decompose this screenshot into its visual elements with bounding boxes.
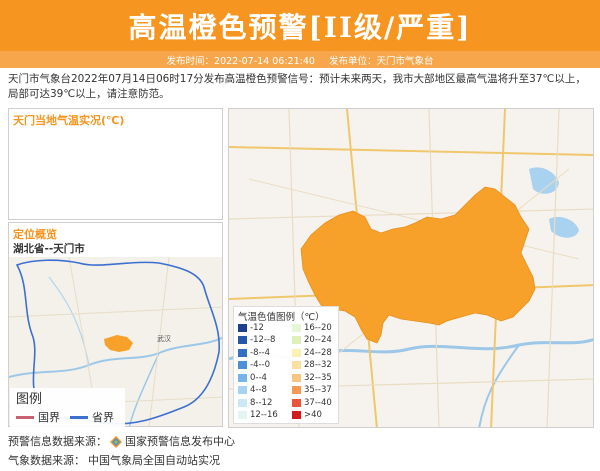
temperature-legend: 气温色值图例（℃） -12 -12--8 -8--4 -4--0 0--4 4--8 8--…: [233, 306, 339, 424]
temp-legend-item: 24--28: [292, 347, 332, 358]
temp-legend-label: 35--37: [304, 385, 332, 395]
temp-legend-item: -12--8: [238, 335, 275, 346]
temp-legend-label: 12--16: [250, 410, 278, 420]
location-overview-title: 定位概览: [13, 228, 57, 241]
weather-source-row: 气象数据来源： 中国气象局全国自动站实况: [8, 451, 235, 470]
temp-legend-label: -8--4: [250, 347, 271, 358]
temp-legend-item: 4--8: [238, 385, 267, 396]
temp-legend-item: 37--40: [292, 397, 332, 408]
temp-legend-item: 35--37: [292, 385, 332, 396]
national-border-swatch: [16, 415, 34, 419]
temp-legend-item: -12: [238, 322, 264, 333]
local-temp-panel: 天门当地气温实况(℃): [8, 108, 223, 220]
province-border-swatch: [70, 415, 88, 419]
temp-legend-swatch: [238, 361, 247, 369]
temp-legend-label: 37--40: [304, 397, 332, 408]
temp-legend-item: 28--32: [292, 360, 332, 371]
temp-legend-label: 32--35: [304, 372, 332, 383]
province-border-label: 省界: [92, 411, 114, 424]
location-region-label: 湖北省--天门市: [13, 243, 85, 255]
temp-legend-swatch: [238, 386, 247, 394]
warning-source-value: 国家预警信息发布中心: [125, 435, 235, 448]
temp-legend-label: -12--8: [250, 335, 276, 345]
temp-legend-swatch: [292, 373, 301, 382]
temp-legend-swatch: [238, 336, 247, 344]
temp-legend-swatch: [292, 348, 301, 357]
temp-legend-item: 16--20: [292, 322, 332, 333]
legend-item-province-border: 省界: [70, 409, 114, 425]
temp-legend-swatch: [238, 323, 247, 332]
temp-legend-label: 4--8: [250, 385, 267, 395]
temp-legend-swatch: [292, 386, 301, 394]
warning-source-label: 预警信息数据来源：: [8, 435, 107, 448]
temp-legend-swatch: [238, 398, 247, 407]
temp-legend-item: -4--0: [238, 360, 270, 371]
temp-legend-label: 20--24: [304, 335, 332, 345]
temp-legend-swatch: [292, 411, 301, 419]
temp-legend-label: 28--32: [304, 360, 332, 370]
temp-legend-item: 32--35: [292, 372, 332, 383]
temp-legend-swatch: [238, 373, 247, 382]
temp-legend-item: >40: [292, 410, 322, 421]
warning-banner: 高温橙色预警[II级/严重]: [0, 0, 600, 51]
temp-legend-label: -12: [250, 322, 264, 333]
temp-legend-label: >40: [304, 410, 322, 420]
temp-legend-label: 24--28: [304, 347, 332, 358]
boundary-legend: 图例 国界 省界: [10, 388, 125, 428]
warning-center-logo-icon: [110, 435, 122, 448]
warning-source-row: 预警信息数据来源： 国家预警信息发布中心: [8, 432, 235, 451]
temp-legend-label: -4--0: [250, 360, 271, 370]
boundary-legend-title: 图例: [16, 392, 43, 407]
weather-source-value: 中国气象局全国自动站实况: [88, 454, 220, 467]
temperature-legend-title: 气温色值图例（℃）: [238, 312, 325, 323]
warning-description: 天门市气象台2022年07月14日06时17分发布高温橙色预警信号：预计未来两天…: [8, 73, 586, 100]
wuhan-label: 武汉: [157, 334, 171, 343]
temp-legend-item: -8--4: [238, 347, 270, 358]
publisher: 发布单位：天门市气象台: [328, 55, 434, 67]
temp-legend-label: 16--20: [304, 322, 332, 333]
temp-legend-swatch: [292, 361, 301, 369]
warning-title: 高温橙色预警[II级/严重]: [128, 10, 472, 44]
weather-source-label: 气象数据来源：: [8, 454, 85, 467]
temp-legend-swatch: [292, 323, 301, 332]
temp-legend-swatch: [292, 398, 301, 407]
temp-legend-item: 0--4: [238, 372, 267, 383]
temp-legend-item: 12--16: [238, 410, 278, 421]
data-sources: 预警信息数据来源： 国家预警信息发布中心 气象数据来源： 中国气象局全国自动站实…: [8, 432, 235, 470]
legend-item-national-border: 国界: [16, 409, 60, 425]
temp-legend-label: 8--12: [250, 397, 273, 408]
national-border-label: 国界: [38, 411, 60, 424]
warning-meta-bar: 发布时间：2022-07-14 06:21:40 发布单位：天门市气象台: [0, 51, 600, 68]
temp-legend-label: 0--4: [250, 372, 267, 383]
temp-legend-swatch: [292, 336, 301, 344]
temp-legend-swatch: [238, 411, 247, 419]
temp-legend-item: 8--12: [238, 397, 272, 408]
local-temp-title: 天门当地气温实况(℃): [13, 114, 125, 127]
publish-time: 发布时间：2022-07-14 06:21:40: [166, 55, 315, 67]
temp-legend-swatch: [238, 348, 247, 357]
temp-legend-item: 20--24: [292, 335, 332, 346]
